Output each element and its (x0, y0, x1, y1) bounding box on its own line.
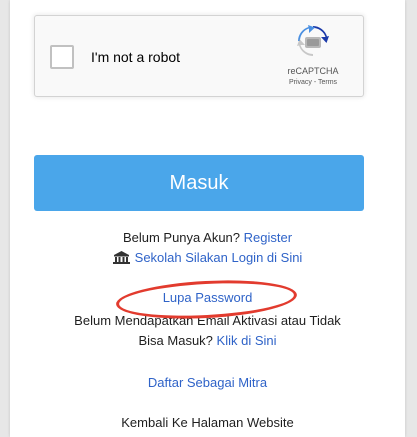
recaptcha-checkbox[interactable] (50, 45, 74, 69)
activation-help-link[interactable]: Klik di Sini (217, 333, 277, 348)
recaptcha-label: I'm not a robot (91, 49, 181, 65)
forgot-password-link[interactable]: Lupa Password (163, 290, 253, 305)
school-building-icon (112, 251, 130, 264)
register-prompt: Belum Punya Akun? (122, 230, 241, 245)
login-button[interactable]: Masuk (34, 155, 364, 211)
partner-line: Daftar Sebagai Mitra (10, 375, 405, 390)
recaptcha-widget: I'm not a robot reCAPTCHA Privacy - Term… (34, 15, 364, 97)
activation-prompt: Bisa Masuk? (138, 333, 213, 348)
school-login-link[interactable]: Sekolah Silakan Login di Sini (135, 250, 303, 265)
forgot-password-line: Lupa Password (10, 290, 405, 305)
school-login-line: Sekolah Silakan Login di Sini (10, 250, 405, 265)
activation-line-2: Bisa Masuk? Klik di Sini (10, 333, 405, 348)
back-to-website-line: Kembali Ke Halaman Website (10, 415, 405, 430)
register-link[interactable]: Register (244, 230, 292, 245)
back-to-website-link[interactable]: Kembali Ke Halaman Website (121, 415, 293, 430)
recaptcha-logo-icon (297, 25, 329, 56)
register-line: Belum Punya Akun? Register (10, 230, 405, 245)
recaptcha-brand: reCAPTCHA (287, 66, 339, 76)
recaptcha-privacy-terms[interactable]: Privacy - Terms (271, 79, 355, 86)
activation-line-1: Belum Mendapatkan Email Aktivasi atau Ti… (74, 313, 341, 328)
register-partner-link[interactable]: Daftar Sebagai Mitra (148, 375, 267, 390)
